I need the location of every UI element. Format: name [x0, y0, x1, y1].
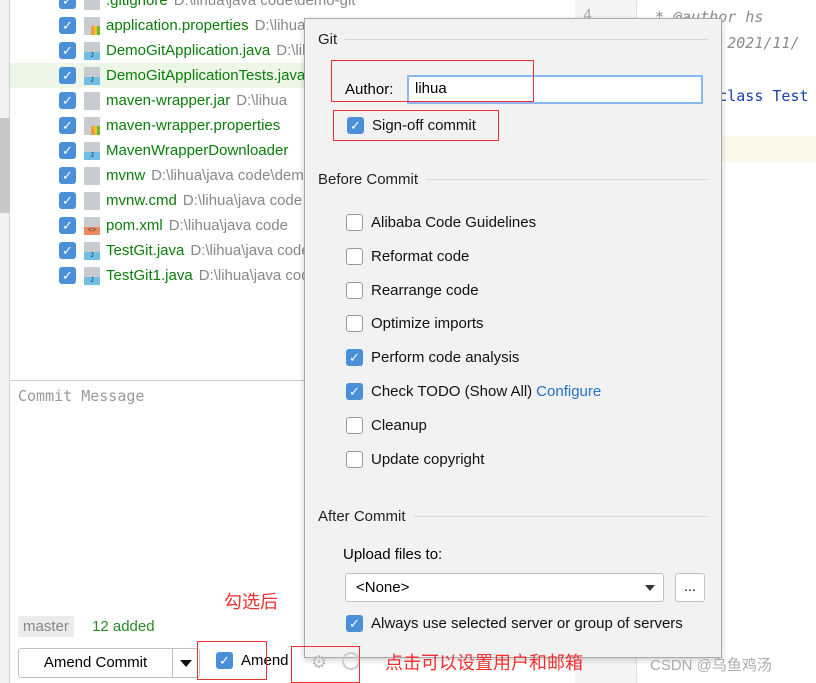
configure-link[interactable]: Configure [536, 383, 601, 400]
checkbox-checked-icon[interactable]: ✓ [59, 167, 76, 184]
file-name: TestGit1.java [106, 267, 193, 284]
option-label: Optimize imports [371, 315, 484, 333]
chevron-down-icon [645, 585, 655, 596]
after-commit-header: After Commit [318, 508, 708, 525]
branch-badge[interactable]: master [18, 616, 74, 637]
checkbox-checked-icon[interactable]: ✓ [59, 92, 76, 109]
before-commit-header: Before Commit [318, 171, 708, 188]
commit-message-input[interactable]: Commit Message [10, 380, 304, 610]
tool-window-bar [0, 0, 10, 683]
text-file-icon [84, 191, 100, 210]
commit-tool-tab[interactable] [0, 118, 10, 213]
jar-file-icon [84, 91, 100, 110]
file-path: D:\lihua\java code [182, 192, 303, 209]
amend-commit-label: Amend Commit [19, 649, 173, 677]
xml-file-icon [84, 216, 100, 235]
annotation-text: 点击可以设置用户和邮箱 [385, 653, 583, 673]
file-name: application.properties [106, 17, 249, 34]
java-file-icon [84, 241, 100, 260]
checkbox-unchecked-icon [346, 281, 363, 299]
checkbox-checked-icon[interactable]: ✓ [59, 17, 76, 34]
annotation-box [291, 646, 360, 683]
file-name: MavenWrapperDownloader [106, 142, 289, 159]
before-commit-option[interactable]: ✓ Perform code analysis [346, 349, 520, 367]
checkbox-unchecked-icon [346, 416, 363, 434]
option-label: Alibaba Code Guidelines [371, 214, 537, 231]
file-name: pom.xml [106, 217, 163, 234]
checkbox-checked-icon[interactable]: ✓ [59, 192, 76, 209]
before-commit-option[interactable]: Reformat code [346, 247, 470, 265]
before-commit-option[interactable]: ✓ Check TODO (Show All) Configure [346, 383, 601, 400]
option-label: Check TODO (Show All) [371, 383, 533, 400]
file-row[interactable]: ✓ .gitignore D:\lihua\java code\demo-git [10, 0, 575, 13]
file-path: D:\lihua\java code [190, 242, 310, 259]
annotation-box [197, 641, 267, 680]
props-file-icon [84, 116, 100, 135]
file-path: D:\lihua\java code\demo-git [173, 0, 356, 9]
checkbox-checked-icon[interactable]: ✓ [59, 42, 76, 59]
java-file-icon [84, 41, 100, 60]
watermark: CSDN @乌鱼鸡汤 [650, 657, 772, 674]
checkbox-checked-icon[interactable]: ✓ [59, 242, 76, 259]
file-name: maven-wrapper.properties [106, 117, 281, 134]
checkbox-checked-icon[interactable]: ✓ [59, 67, 76, 84]
option-label: Perform code analysis [371, 349, 520, 367]
checkbox-checked-icon[interactable]: ✓ [59, 0, 76, 9]
file-name: mvnw [106, 167, 146, 184]
checkbox-unchecked-icon [346, 450, 363, 468]
shell-file-icon [84, 166, 100, 185]
java-file-icon [84, 66, 100, 85]
option-label: Rearrange code [371, 281, 479, 299]
before-commit-option[interactable]: Update copyright [346, 450, 485, 468]
ignore-file-icon [84, 0, 100, 10]
checkbox-checked-icon[interactable]: ✓ [59, 267, 76, 284]
checkbox-checked-icon: ✓ [346, 349, 363, 367]
checkbox-checked-icon: ✓ [346, 615, 363, 632]
commit-message-placeholder: Commit Message [18, 387, 145, 405]
props-file-icon [84, 16, 100, 35]
file-path: D:\lihua\java code [168, 217, 288, 234]
file-name: mvnw.cmd [106, 192, 177, 209]
checkbox-checked-icon[interactable]: ✓ [59, 117, 76, 134]
java-file-icon [84, 266, 100, 285]
annotation-box [331, 60, 534, 102]
file-path: D:\lihua\java code\demo [151, 167, 313, 184]
checkbox-checked-icon[interactable]: ✓ [59, 142, 76, 159]
file-path: D:\lihua\java code [198, 267, 318, 284]
always-use-server-checkbox[interactable]: ✓ Always use selected server or group of … [346, 615, 683, 632]
checkbox-checked-icon[interactable]: ✓ [59, 217, 76, 234]
option-label: Reformat code [371, 247, 470, 265]
upload-label: Upload files to: [343, 546, 443, 563]
checkbox-unchecked-icon [346, 315, 363, 333]
file-path: D:\lihua [236, 92, 288, 109]
option-label: Update copyright [371, 450, 485, 468]
option-label: Cleanup [371, 416, 427, 434]
before-commit-option[interactable]: Rearrange code [346, 281, 479, 299]
before-commit-option[interactable]: Alibaba Code Guidelines [346, 214, 536, 231]
changes-count: 12 added [92, 618, 155, 635]
annotation-box [333, 110, 499, 141]
checkbox-unchecked-icon [346, 214, 363, 231]
checkbox-checked-icon: ✓ [346, 383, 363, 400]
file-name: maven-wrapper.jar [106, 92, 231, 109]
file-name: .gitignore [106, 0, 168, 9]
configure-servers-button[interactable]: ... [675, 573, 705, 602]
file-name: TestGit.java [106, 242, 185, 259]
upload-server-dropdown[interactable]: <None> [345, 573, 664, 602]
before-commit-option[interactable]: Optimize imports [346, 315, 484, 333]
file-name: DemoGitApplicationTests.java [106, 67, 306, 84]
annotation-text: 勾选后 [224, 592, 278, 612]
git-section-header: Git [318, 31, 708, 48]
checkbox-unchecked-icon [346, 247, 363, 265]
java-file-icon [84, 141, 100, 160]
dropdown-arrow-icon[interactable] [173, 649, 199, 677]
before-commit-option[interactable]: Cleanup [346, 416, 427, 434]
amend-commit-button[interactable]: Amend Commit [18, 648, 200, 678]
file-name: DemoGitApplication.java [106, 42, 271, 59]
file-path: D:\lihua [254, 17, 306, 34]
